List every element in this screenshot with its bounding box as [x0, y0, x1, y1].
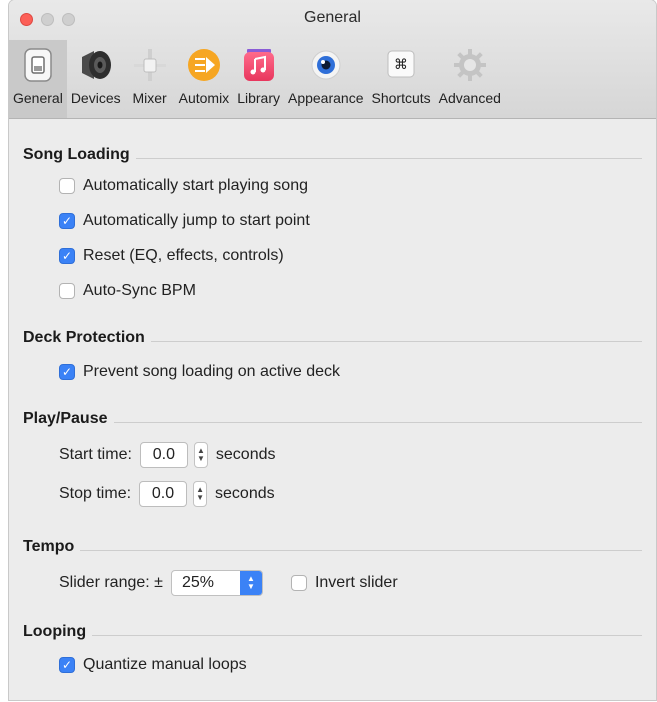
slider-range-select[interactable]: 25% ▲ ▼ — [170, 570, 263, 596]
tab-advanced[interactable]: Advanced — [435, 40, 505, 118]
tab-mixer[interactable]: Mixer — [125, 40, 175, 118]
auto-sync-label: Auto-Sync BPM — [83, 282, 196, 299]
song-loading-heading-row: Song Loading — [23, 145, 642, 165]
section-divider — [92, 634, 642, 636]
quantize-option[interactable]: ✓ Quantize manual loops — [59, 656, 247, 674]
invert-slider-label: Invert slider — [314, 574, 398, 591]
slider-range-label: Slider range: ± — [59, 574, 163, 591]
stop-time-field[interactable]: 0.0 — [139, 481, 188, 507]
deck-protection-section: Deck Protection — [23, 328, 642, 348]
tab-automix-label: Automix — [178, 90, 230, 106]
start-time-field[interactable]: 0.0 — [139, 442, 188, 468]
play-pause-section: Play/Pause — [23, 409, 642, 429]
stop-time-label: Stop time: — [59, 485, 132, 502]
tab-shortcuts-label: Shortcuts — [371, 90, 431, 106]
stop-time-row: Stop time: 0.0 ▲ ▼ seconds — [59, 481, 275, 507]
tab-shortcuts[interactable]: ⌘ Shortcuts — [368, 40, 435, 118]
tab-devices-label: Devices — [70, 90, 121, 106]
fader-icon — [129, 46, 171, 84]
auto-sync-option[interactable]: Auto-Sync BPM — [59, 282, 196, 300]
tab-devices[interactable]: Devices — [67, 40, 125, 118]
quantize-checkbox[interactable]: ✓ — [59, 657, 75, 673]
slider-range-row: Slider range: ± 25% ▲ ▼ Invert slider — [59, 570, 398, 596]
switch-icon — [17, 46, 59, 84]
command-key-icon: ⌘ — [380, 46, 422, 84]
deck-protection-heading-row: Deck Protection — [23, 328, 642, 348]
eye-icon — [305, 46, 347, 84]
auto-jump-label: Automatically jump to start point — [83, 212, 310, 229]
tab-automix[interactable]: Automix — [175, 40, 234, 118]
tab-appearance-label: Appearance — [287, 90, 364, 106]
prevent-loading-checkbox[interactable]: ✓ — [59, 364, 75, 380]
section-divider — [113, 421, 642, 423]
preferences-window: General General Devices Mixer Automix Li… — [9, 0, 656, 700]
tab-mixer-label: Mixer — [132, 90, 167, 106]
start-time-unit: seconds — [215, 446, 276, 463]
tempo-heading: Tempo — [23, 538, 75, 555]
quantize-label: Quantize manual loops — [83, 656, 247, 673]
looping-heading: Looping — [23, 623, 87, 640]
tab-appearance[interactable]: Appearance — [284, 40, 368, 118]
preferences-toolbar: General Devices Mixer Automix Library Ap… — [9, 40, 505, 118]
gear-icon — [449, 46, 491, 84]
reset-label: Reset (EQ, effects, controls) — [83, 247, 284, 264]
tab-library[interactable]: Library — [233, 40, 284, 118]
stop-time-unit: seconds — [215, 485, 275, 502]
tempo-section: Tempo — [23, 537, 642, 557]
auto-start-label: Automatically start playing song — [83, 177, 308, 194]
tab-advanced-label: Advanced — [438, 90, 501, 106]
auto-start-option[interactable]: Automatically start playing song — [59, 177, 308, 195]
auto-jump-option[interactable]: ✓ Automatically jump to start point — [59, 212, 310, 230]
tab-general-label: General — [13, 90, 63, 106]
tempo-heading-row: Tempo — [23, 537, 642, 557]
looping-heading-row: Looping — [23, 622, 642, 642]
looping-section: Looping — [23, 622, 642, 642]
select-arrows-icon: ▲ ▼ — [239, 571, 262, 595]
start-time-row: Start time: 0.0 ▲ ▼ seconds — [59, 442, 276, 468]
auto-jump-checkbox[interactable]: ✓ — [59, 213, 75, 229]
tab-library-label: Library — [237, 90, 280, 106]
automix-icon — [183, 46, 225, 84]
prevent-loading-option[interactable]: ✓ Prevent song loading on active deck — [59, 363, 340, 381]
music-library-icon — [238, 46, 280, 84]
slider-range-value: 25% — [181, 574, 214, 591]
start-time-label: Start time: — [59, 446, 132, 463]
reset-option[interactable]: ✓ Reset (EQ, effects, controls) — [59, 247, 284, 265]
stepper-down-icon[interactable]: ▼ — [197, 455, 205, 463]
song-loading-heading: Song Loading — [23, 146, 130, 163]
tab-general[interactable]: General — [9, 40, 67, 118]
speaker-icon — [75, 46, 117, 84]
reset-checkbox[interactable]: ✓ — [59, 248, 75, 264]
auto-start-checkbox[interactable] — [59, 178, 75, 194]
song-loading-section: Song Loading — [23, 145, 642, 165]
stop-time-stepper[interactable]: ▲ ▼ — [193, 481, 208, 507]
title-bar: General General Devices Mixer Automix Li… — [9, 0, 656, 119]
start-time-stepper[interactable]: ▲ ▼ — [193, 442, 208, 468]
play-pause-heading-row: Play/Pause — [23, 409, 642, 429]
svg-text:⌘: ⌘ — [394, 57, 408, 73]
section-divider — [150, 340, 642, 342]
auto-sync-checkbox[interactable] — [59, 283, 75, 299]
section-divider — [135, 157, 642, 159]
window-title: General — [304, 9, 361, 26]
stepper-down-icon[interactable]: ▼ — [196, 494, 204, 502]
general-settings-pane: Song Loading Automatically start playing… — [9, 119, 656, 700]
deck-protection-heading: Deck Protection — [23, 329, 145, 346]
invert-slider-checkbox[interactable] — [290, 575, 307, 591]
section-divider — [80, 549, 642, 551]
prevent-loading-label: Prevent song loading on active deck — [83, 363, 341, 380]
play-pause-heading: Play/Pause — [23, 410, 108, 427]
